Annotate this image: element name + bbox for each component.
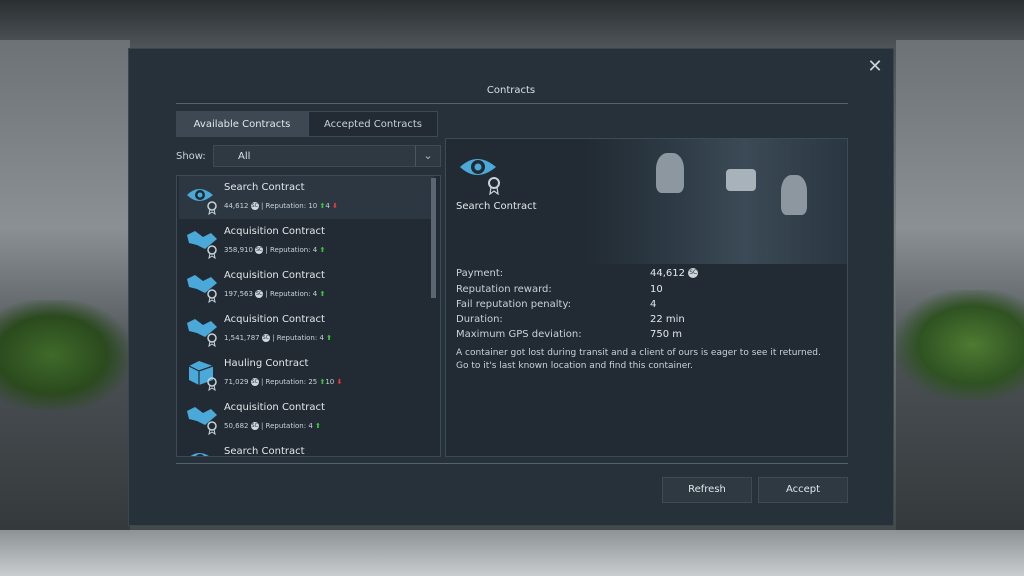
background-ceiling [0, 0, 1024, 50]
contract-reputation: | Reputation: 25 [260, 378, 318, 386]
space-credit-icon: SC [688, 268, 699, 278]
accept-button[interactable]: Accept [758, 477, 848, 503]
background-plants-right [896, 290, 1024, 400]
dialog-title: Contracts [486, 85, 536, 96]
handshake-icon [187, 319, 217, 347]
contract-name: Acquisition Contract [224, 270, 325, 281]
space-credit-icon: SC [261, 334, 270, 342]
contract-meta: 71,029 SC | Reputation: 25 ⬆10 ⬇ [224, 378, 342, 386]
scrollbar-thumb[interactable] [431, 178, 436, 298]
reputation-reward-value: 10 [650, 284, 663, 295]
contract-name: Acquisition Contract [224, 402, 325, 413]
eye-search-icon [187, 189, 217, 215]
handshake-icon [187, 231, 217, 259]
fail-penalty-value: 4 [650, 299, 657, 310]
astronaut-figure [656, 153, 684, 193]
list-scrollbar[interactable] [431, 178, 437, 456]
contract-payment: 1,541,787 [224, 334, 260, 342]
gps-deviation-label: Maximum GPS deviation: [456, 329, 582, 340]
contract-payment: 197,563 [224, 290, 253, 298]
tab-accepted-contracts[interactable]: Accepted Contracts [308, 111, 438, 137]
arrow-down-icon: ⬇ [336, 378, 343, 386]
contract-description: A container got lost during transit and … [456, 348, 821, 371]
contract-list: Search Contract 44,612 SC | Reputation: … [176, 175, 441, 457]
payment-value: 44,612 SC [650, 268, 699, 279]
fail-penalty-label: Fail reputation penalty: [456, 299, 572, 310]
space-credit-icon: SC [255, 290, 264, 298]
refresh-button[interactable]: Refresh [662, 477, 752, 503]
astronaut-figure [781, 175, 807, 215]
space-credit-icon: SC [250, 378, 259, 386]
contract-meta: 44,612 SC | Reputation: 10 ⬆4 ⬇ [224, 202, 338, 210]
show-filter-dropdown[interactable]: All ⌄ [213, 145, 441, 167]
list-item[interactable]: Hauling Contract 71,029 SC | Reputation:… [179, 352, 434, 395]
background-floor [0, 530, 1024, 576]
contracts-dialog: ✕ Contracts Available Contracts Accepted… [128, 48, 894, 526]
list-item[interactable]: Acquisition Contract 50,682 SC | Reputat… [179, 396, 434, 439]
reputation-gain: 10 [325, 378, 335, 386]
space-credit-icon: SC [250, 422, 259, 430]
list-item[interactable]: Acquisition Contract 1,541,787 SC | Repu… [179, 308, 434, 351]
contract-name: Search Contract [224, 182, 305, 193]
arrow-up-icon: ⬆ [326, 334, 333, 342]
title-divider [176, 103, 848, 104]
contract-tabs: Available Contracts Accepted Contracts [176, 111, 438, 137]
eye-search-icon [190, 453, 209, 456]
contract-name: Hauling Contract [224, 358, 309, 369]
chevron-down-icon[interactable]: ⌄ [415, 146, 440, 166]
contract-reputation: | Reputation: 4 [260, 422, 313, 430]
list-item[interactable]: Acquisition Contract 197,563 SC | Reputa… [179, 264, 434, 307]
payment-label: Payment: [456, 268, 504, 279]
space-credit-icon: SC [250, 202, 259, 210]
machinery-figure [726, 169, 756, 191]
duration-label: Duration: [456, 314, 503, 325]
arrow-down-icon: ⬇ [332, 202, 338, 210]
payment-amount: 44,612 [650, 268, 685, 279]
contract-name: Acquisition Contract [224, 226, 325, 237]
reputation-reward-label: Reputation reward: [456, 284, 552, 295]
contract-reputation: | Reputation: 4 [265, 290, 318, 298]
contract-meta: 358,910 SC | Reputation: 4 ⬆ [224, 246, 325, 254]
contract-banner-image [586, 139, 847, 264]
list-item[interactable]: Search Contract 44,612 SC | Reputation: … [179, 176, 434, 219]
bottom-divider [176, 463, 848, 464]
contract-payment: 44,612 [224, 202, 249, 210]
contract-reputation: | Reputation: 4 [272, 334, 324, 342]
handshake-icon [187, 275, 217, 303]
contract-payment: 71,029 [224, 378, 249, 386]
eye-search-icon [460, 159, 500, 195]
detail-contract-name: Search Contract [456, 201, 537, 212]
contract-name: Search Contract [224, 446, 305, 457]
cube-delivery-icon [188, 361, 217, 391]
contract-name: Acquisition Contract [224, 314, 325, 325]
show-filter-value: All [238, 151, 251, 162]
space-credit-icon: SC [255, 246, 264, 254]
handshake-icon [187, 407, 217, 435]
arrow-up-icon: ⬆ [315, 422, 321, 430]
reputation-gain: 4 [325, 202, 330, 210]
close-icon[interactable]: ✕ [865, 57, 885, 77]
contract-detail-panel: Search Contract Payment: 44,612 SC Reput… [445, 138, 848, 457]
contract-meta: 197,563 SC | Reputation: 4 ⬆ [224, 290, 325, 298]
gps-deviation-value: 750 m [650, 329, 683, 340]
contract-meta: 50,682 SC | Reputation: 4 ⬆ [224, 422, 321, 430]
contract-reputation: | Reputation: 4 [265, 246, 318, 254]
duration-value: 22 min [650, 314, 685, 325]
contract-reputation: | Reputation: 10 [260, 202, 318, 210]
list-item[interactable]: Acquisition Contract 358,910 SC | Reputa… [179, 220, 434, 263]
tab-available-contracts[interactable]: Available Contracts [176, 111, 308, 137]
show-filter-label: Show: [176, 151, 206, 162]
arrow-up-icon: ⬆ [319, 290, 326, 298]
contract-payment: 50,682 [224, 422, 249, 430]
contract-meta: 1,541,787 SC | Reputation: 4 ⬆ [224, 334, 332, 342]
background-plants-left [0, 300, 130, 410]
list-item[interactable]: Search Contract [179, 440, 434, 457]
contract-payment: 358,910 [224, 246, 253, 254]
arrow-up-icon: ⬆ [319, 246, 326, 254]
